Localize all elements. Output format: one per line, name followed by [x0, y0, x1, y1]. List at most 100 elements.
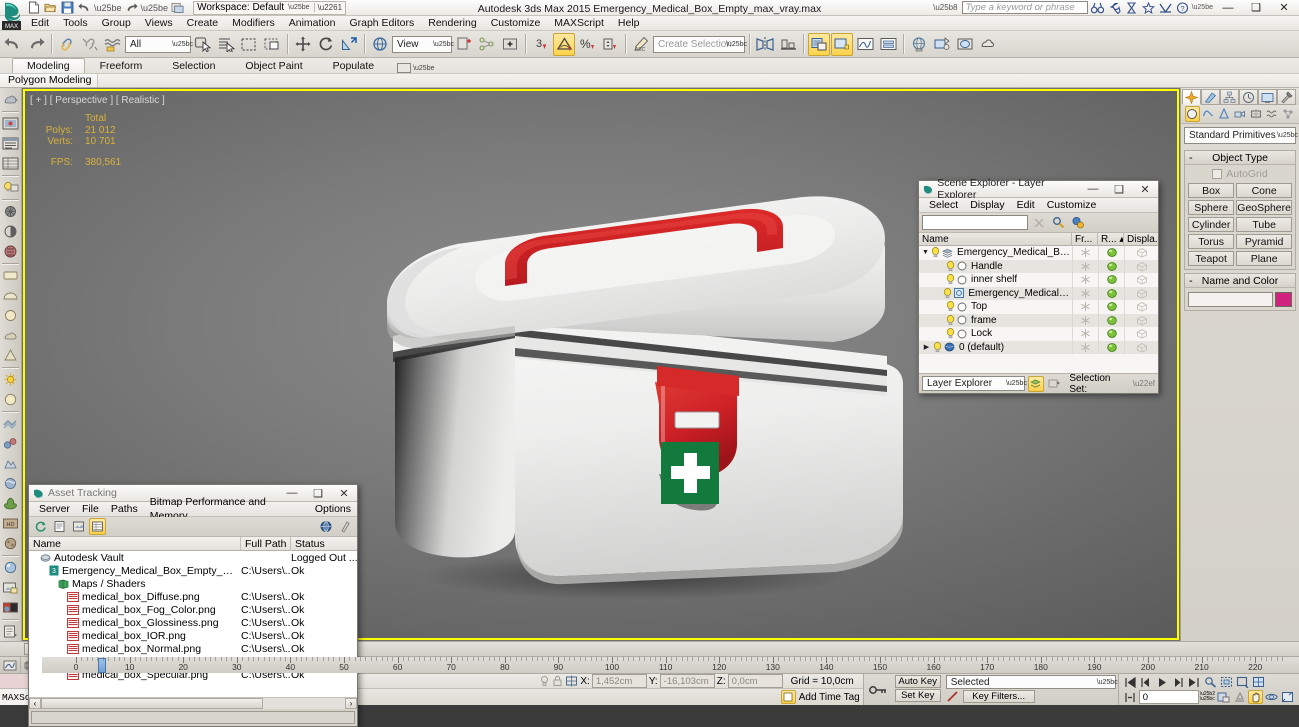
se-freeze-cell[interactable] [1072, 313, 1098, 327]
mirror-icon[interactable] [754, 33, 776, 56]
menu-help[interactable]: Help [611, 16, 647, 31]
hourglass-icon[interactable] [1124, 1, 1139, 15]
select-by-name-icon[interactable] [215, 33, 237, 56]
vray-vfb-history-icon[interactable] [1, 622, 21, 641]
scene-explorer-row[interactable]: inner shelf [919, 273, 1158, 287]
vray-proxy-icon[interactable] [1, 242, 21, 261]
asset-tracking-row[interactable]: medical_box_Normal.png C:\Users\... Ok [29, 642, 357, 655]
window-crossing-toggle-icon[interactable] [261, 33, 283, 56]
se-row-name-cell[interactable]: Handle [919, 261, 1072, 272]
lightbulb-icon[interactable] [943, 287, 952, 299]
se-freeze-cell[interactable] [1072, 259, 1098, 273]
select-and-scale-icon[interactable] [338, 33, 360, 56]
asset-tracking-window[interactable]: Asset Tracking — ❑ ✕ Server File Paths B… [28, 484, 358, 727]
se-menu-customize[interactable]: Customize [1041, 198, 1103, 212]
asset-tracking-row[interactable]: medical_box_IOR.png C:\Users\... Ok [29, 629, 357, 642]
lightbulb-icon[interactable] [946, 274, 955, 285]
geometry-icon[interactable] [1184, 106, 1200, 122]
pan-tool-active-icon[interactable] [1248, 690, 1263, 704]
asset-tracking-row[interactable]: medical_box_Fog_Color.png C:\Users\... Ok [29, 603, 357, 616]
previous-frame-icon[interactable] [1139, 675, 1154, 689]
maximize-viewport-icon[interactable] [1280, 690, 1295, 704]
rendered-frame-window-icon[interactable] [954, 33, 976, 56]
at-scroll-left-arrow[interactable]: ‹ [29, 698, 41, 709]
zoom-region-icon[interactable] [1235, 675, 1250, 689]
curve-editor-icon[interactable] [854, 33, 876, 56]
helpers-icon[interactable] [1249, 106, 1264, 122]
cone-material-icon[interactable] [1, 346, 21, 365]
teapot-material-icon[interactable] [1, 326, 21, 345]
scene-explorer-row[interactable]: Lock [919, 327, 1158, 341]
at-menu-paths[interactable]: Paths [105, 502, 144, 516]
reference-coordinate-icon[interactable] [369, 33, 391, 56]
at-refresh-icon[interactable] [32, 518, 49, 535]
se-row-name-cell[interactable]: ▶ 0 (default) [919, 342, 1072, 353]
use-transform-center-icon[interactable] [499, 33, 521, 56]
render-setup-icon[interactable] [931, 33, 953, 56]
rectangular-selection-region-icon[interactable] [238, 33, 260, 56]
set-key-shortcut-icon[interactable] [946, 690, 960, 703]
save-file-button[interactable] [60, 1, 75, 15]
object-name-input[interactable] [1188, 292, 1273, 307]
render-table-icon[interactable] [1, 154, 21, 173]
se-expander-icon[interactable]: ▼ [922, 249, 929, 256]
at-col-name[interactable]: Name [29, 536, 241, 551]
asset-tracking-row[interactable]: Autodesk Vault Logged Out ... [29, 551, 357, 564]
workspace-selector[interactable]: Workspace: Default \u25be \u2261 [193, 0, 347, 15]
asset-tracking-row[interactable]: medical_box_Diffuse.png C:\Users\... Ok [29, 590, 357, 603]
se-freeze-cell[interactable] [1072, 273, 1098, 287]
at-row-name-cell[interactable]: medical_box_Diffuse.png [29, 591, 241, 603]
dome-material-icon[interactable] [1, 286, 21, 305]
se-display-cell[interactable] [1124, 313, 1158, 327]
asset-tracking-close[interactable]: ✕ [331, 485, 357, 501]
vray-hdri-icon[interactable]: HD [1, 514, 21, 533]
scene-explorer-search-input[interactable] [922, 215, 1028, 230]
ribbon-tab-modeling[interactable]: Modeling [12, 58, 85, 73]
space-warps-icon[interactable] [1265, 106, 1280, 122]
create-sphere-button[interactable]: Sphere [1188, 200, 1235, 215]
se-col-render[interactable]: R... ▴ [1098, 232, 1124, 246]
medical-box-model[interactable] [365, 186, 905, 606]
menu-modifiers[interactable]: Modifiers [225, 16, 282, 31]
at-menu-server[interactable]: Server [33, 502, 76, 516]
se-expander-icon[interactable]: ▶ [922, 343, 931, 351]
at-col-fullpath[interactable]: Full Path [241, 536, 291, 551]
vray-foliage-icon[interactable] [1, 494, 21, 513]
lightbulb-icon[interactable] [946, 260, 955, 272]
menu-graph-editors[interactable]: Graph Editors [342, 16, 421, 31]
se-freeze-cell[interactable] [1072, 340, 1098, 354]
shapes-icon[interactable] [1201, 106, 1216, 122]
se-freeze-cell[interactable] [1072, 327, 1098, 341]
at-help-icon[interactable] [337, 518, 354, 535]
zoom-extents-icon[interactable] [1219, 675, 1234, 689]
vray-dirt-icon[interactable] [1, 534, 21, 553]
vray-sphere-fade-icon[interactable] [1, 434, 21, 453]
se-display-cell[interactable] [1124, 340, 1158, 354]
key-mode-toggle-icon[interactable] [868, 683, 888, 697]
wrench-icon[interactable] [1107, 1, 1122, 15]
toggle-layer-explorer-icon[interactable] [831, 32, 853, 56]
at-row-name-cell[interactable]: 3 Emergency_Medical_Box_Empty_max_vray.ma… [29, 565, 241, 577]
at-row-name-cell[interactable]: Autodesk Vault [29, 552, 241, 564]
se-render-cell[interactable] [1098, 273, 1124, 287]
sphere-material-icon[interactable] [1, 306, 21, 325]
se-resize-grip[interactable]: \u22ef [1133, 379, 1155, 388]
open-file-button[interactable] [43, 1, 58, 15]
se-render-cell[interactable] [1098, 286, 1124, 300]
command-tab-utilities[interactable] [1277, 89, 1296, 105]
select-and-move-icon[interactable] [292, 33, 314, 56]
schematic-view-icon[interactable] [877, 33, 899, 56]
explorer-mode-combo[interactable]: Layer Explorer \u25bc [922, 376, 1027, 391]
undo-button[interactable] [77, 1, 92, 15]
render-frame-icon[interactable] [1, 114, 21, 133]
use-pivot-point-center-icon[interactable] [453, 33, 475, 56]
at-col-status[interactable]: Status [291, 537, 357, 551]
primitive-category-combo[interactable]: Standard Primitives \u25bc [1184, 127, 1298, 144]
se-freeze-cell[interactable] [1072, 300, 1098, 314]
keyword-search-input[interactable]: Type a keyword or phrase [961, 1, 1088, 14]
vray-bitmap-loader-icon[interactable] [1, 578, 21, 597]
menu-maxscript[interactable]: MAXScript [547, 16, 611, 31]
systems-icon[interactable] [1281, 106, 1296, 122]
edit-named-selection-sets-icon[interactable]: ABC [630, 33, 652, 56]
binoculars-icon[interactable] [1090, 1, 1105, 15]
